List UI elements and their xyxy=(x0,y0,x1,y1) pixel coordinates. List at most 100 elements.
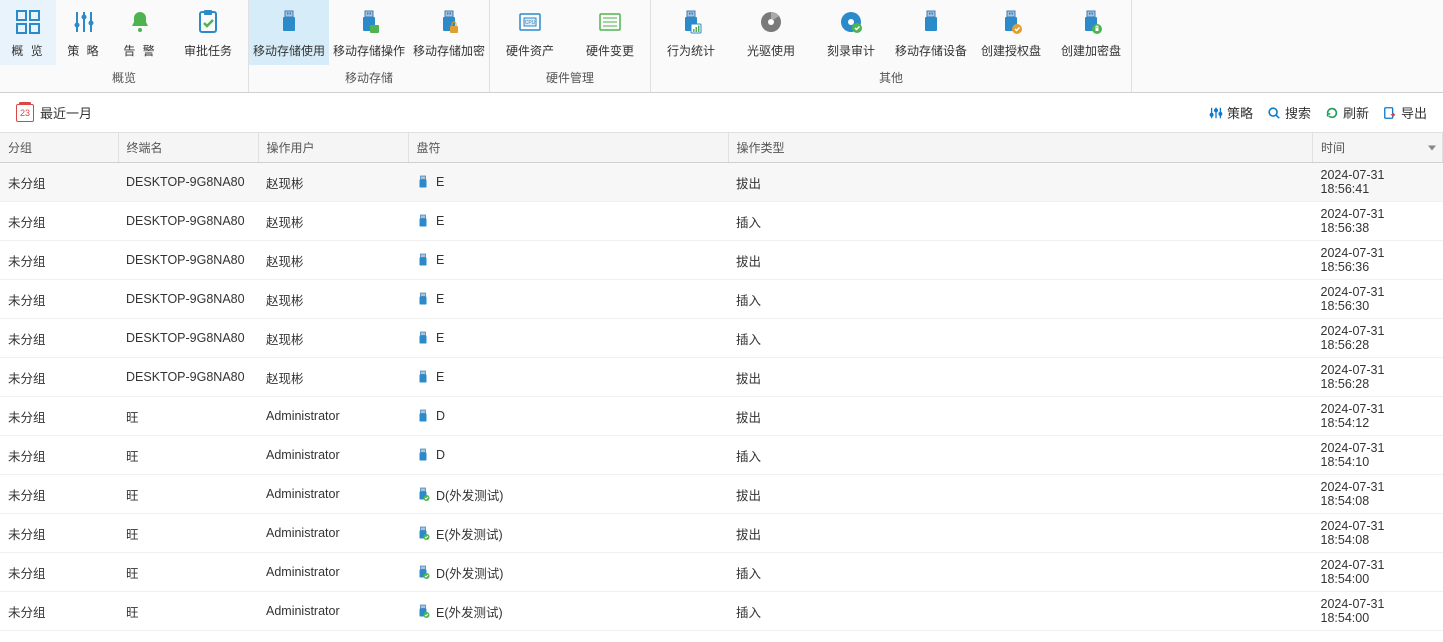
ribbon-item-usb-op[interactable]: 移动存储操作 xyxy=(329,0,409,65)
ribbon-item-label: 光驱使用 xyxy=(747,42,795,59)
ribbon-item-usb-enc[interactable]: 移动存储加密 xyxy=(409,0,489,65)
ribbon-item-approve[interactable]: 审批任务 xyxy=(168,0,248,65)
cell-op: 拔出 xyxy=(728,241,1313,280)
ribbon-item-label: 概 览 xyxy=(11,42,44,59)
table-row[interactable]: 未分组DESKTOP-9G8NA80赵现彬E拔出2024-07-31 18:56… xyxy=(0,163,1443,202)
cell-group: 未分组 xyxy=(0,436,118,475)
drive-label: E xyxy=(436,370,444,384)
cell-op: 拔出 xyxy=(728,358,1313,397)
table-row[interactable]: 未分组旺AdministratorE(外发测试)插入2024-07-31 18:… xyxy=(0,592,1443,631)
policy-button[interactable]: 策略 xyxy=(1209,103,1253,122)
col-op[interactable]: 操作类型 xyxy=(728,133,1313,163)
ribbon-item-enc-disk[interactable]: 创建加密盘 xyxy=(1051,0,1131,65)
ribbon-item-label: 行为统计 xyxy=(667,42,715,59)
usb-icon xyxy=(416,253,430,267)
cell-terminal: 旺 xyxy=(118,475,258,514)
ribbon-item-label: 移动存储操作 xyxy=(333,42,405,59)
table-row[interactable]: 未分组旺AdministratorD插入2024-07-31 18:54:10 xyxy=(0,436,1443,475)
usb-auth-icon xyxy=(416,487,430,501)
table-row[interactable]: 未分组旺AdministratorD拔出2024-07-31 18:54:12 xyxy=(0,397,1443,436)
ribbon-item-label: 审批任务 xyxy=(184,42,232,59)
usb-auth-icon xyxy=(416,604,430,618)
ribbon-item-label: 移动存储设备 xyxy=(895,42,967,59)
table-row[interactable]: 未分组旺AdministratorE(外发测试)拔出2024-07-31 18:… xyxy=(0,514,1443,553)
cell-time: 2024-07-31 18:54:00 xyxy=(1313,592,1443,631)
drive-label: D(外发测试) xyxy=(436,485,503,504)
cell-group: 未分组 xyxy=(0,319,118,358)
cell-time: 2024-07-31 18:54:08 xyxy=(1313,475,1443,514)
approve-icon xyxy=(194,8,222,36)
cell-drive: E xyxy=(408,241,728,280)
col-user[interactable]: 操作用户 xyxy=(258,133,408,163)
export-button[interactable]: 导出 xyxy=(1383,103,1427,122)
cell-group: 未分组 xyxy=(0,514,118,553)
cell-user: Administrator xyxy=(258,475,408,514)
cell-group: 未分组 xyxy=(0,397,118,436)
policy-label: 策略 xyxy=(1227,103,1253,122)
cell-group: 未分组 xyxy=(0,280,118,319)
col-drive[interactable]: 盘符 xyxy=(408,133,728,163)
usb-icon xyxy=(416,448,430,462)
log-table: 分组 终端名 操作用户 盘符 操作类型 时间 未分组DESKTOP-9G8NA8… xyxy=(0,133,1443,631)
refresh-button[interactable]: 刷新 xyxy=(1325,103,1369,122)
cell-user: Administrator xyxy=(258,436,408,475)
strategy-icon xyxy=(70,8,98,36)
usb-icon xyxy=(416,370,430,384)
cell-time: 2024-07-31 18:56:30 xyxy=(1313,280,1443,319)
svg-text:CPU: CPU xyxy=(525,20,536,26)
date-range-label: 最近一月 xyxy=(40,103,92,122)
cell-op: 拔出 xyxy=(728,514,1313,553)
ribbon-group: 概 览策 略告 警 审批任务概览 xyxy=(0,0,249,92)
ribbon-item-auth-disk[interactable]: 创建授权盘 xyxy=(971,0,1051,65)
ribbon-group-label: 硬件管理 xyxy=(546,65,594,88)
table-row[interactable]: 未分组旺AdministratorD(外发测试)插入2024-07-31 18:… xyxy=(0,553,1443,592)
ribbon-item-hw-change[interactable]: 硬件变更 xyxy=(570,0,650,65)
cell-drive: D xyxy=(408,397,728,436)
table-row[interactable]: 未分组DESKTOP-9G8NA80赵现彬E插入2024-07-31 18:56… xyxy=(0,280,1443,319)
cell-group: 未分组 xyxy=(0,475,118,514)
col-terminal[interactable]: 终端名 xyxy=(118,133,258,163)
cell-op: 插入 xyxy=(728,280,1313,319)
cell-drive: D(外发测试) xyxy=(408,475,728,514)
table-row[interactable]: 未分组DESKTOP-9G8NA80赵现彬E拔出2024-07-31 18:56… xyxy=(0,358,1443,397)
enc-disk-icon xyxy=(1077,8,1105,36)
ribbon-group-label: 概览 xyxy=(112,65,136,88)
auth-disk-icon xyxy=(997,8,1025,36)
cell-drive: E xyxy=(408,202,728,241)
table-row[interactable]: 未分组DESKTOP-9G8NA80赵现彬E拔出2024-07-31 18:56… xyxy=(0,241,1443,280)
search-button[interactable]: 搜索 xyxy=(1267,103,1311,122)
col-time[interactable]: 时间 xyxy=(1313,133,1443,163)
ribbon-item-cd[interactable]: 光驱使用 xyxy=(731,0,811,65)
table-row[interactable]: 未分组DESKTOP-9G8NA80赵现彬E插入2024-07-31 18:56… xyxy=(0,319,1443,358)
ribbon-item-strategy[interactable]: 策 略 xyxy=(56,0,112,65)
cell-op: 拔出 xyxy=(728,397,1313,436)
cell-time: 2024-07-31 18:56:36 xyxy=(1313,241,1443,280)
cell-drive: E xyxy=(408,358,728,397)
table-row[interactable]: 未分组旺AdministratorD(外发测试)拔出2024-07-31 18:… xyxy=(0,475,1443,514)
ribbon-item-stats[interactable]: 行为统计 xyxy=(651,0,731,65)
cell-user: Administrator xyxy=(258,553,408,592)
hw-asset-icon: CPU xyxy=(516,8,544,36)
usb-op-icon xyxy=(355,8,383,36)
table-row[interactable]: 未分组DESKTOP-9G8NA80赵现彬E插入2024-07-31 18:56… xyxy=(0,202,1443,241)
col-group[interactable]: 分组 xyxy=(0,133,118,163)
cell-op: 拔出 xyxy=(728,163,1313,202)
ribbon-item-label: 告 警 xyxy=(123,42,156,59)
cell-time: 2024-07-31 18:54:10 xyxy=(1313,436,1443,475)
cell-group: 未分组 xyxy=(0,202,118,241)
ribbon-item-overview[interactable]: 概 览 xyxy=(0,0,56,65)
date-range-picker[interactable]: 23 最近一月 xyxy=(16,103,92,122)
cell-terminal: 旺 xyxy=(118,436,258,475)
burn-icon xyxy=(837,8,865,36)
ribbon-item-hw-asset[interactable]: CPU硬件资产 xyxy=(490,0,570,65)
search-label: 搜索 xyxy=(1285,103,1311,122)
ribbon-item-label: 创建授权盘 xyxy=(981,42,1041,59)
cell-group: 未分组 xyxy=(0,163,118,202)
ribbon-item-usb-dev[interactable]: 移动存储设备 xyxy=(891,0,971,65)
cell-user: 赵现彬 xyxy=(258,319,408,358)
cell-user: Administrator xyxy=(258,592,408,631)
cell-terminal: 旺 xyxy=(118,592,258,631)
ribbon-item-burn[interactable]: 刻录审计 xyxy=(811,0,891,65)
ribbon-item-usb-use[interactable]: 移动存储使用 xyxy=(249,0,329,65)
ribbon-item-alert[interactable]: 告 警 xyxy=(112,0,168,65)
